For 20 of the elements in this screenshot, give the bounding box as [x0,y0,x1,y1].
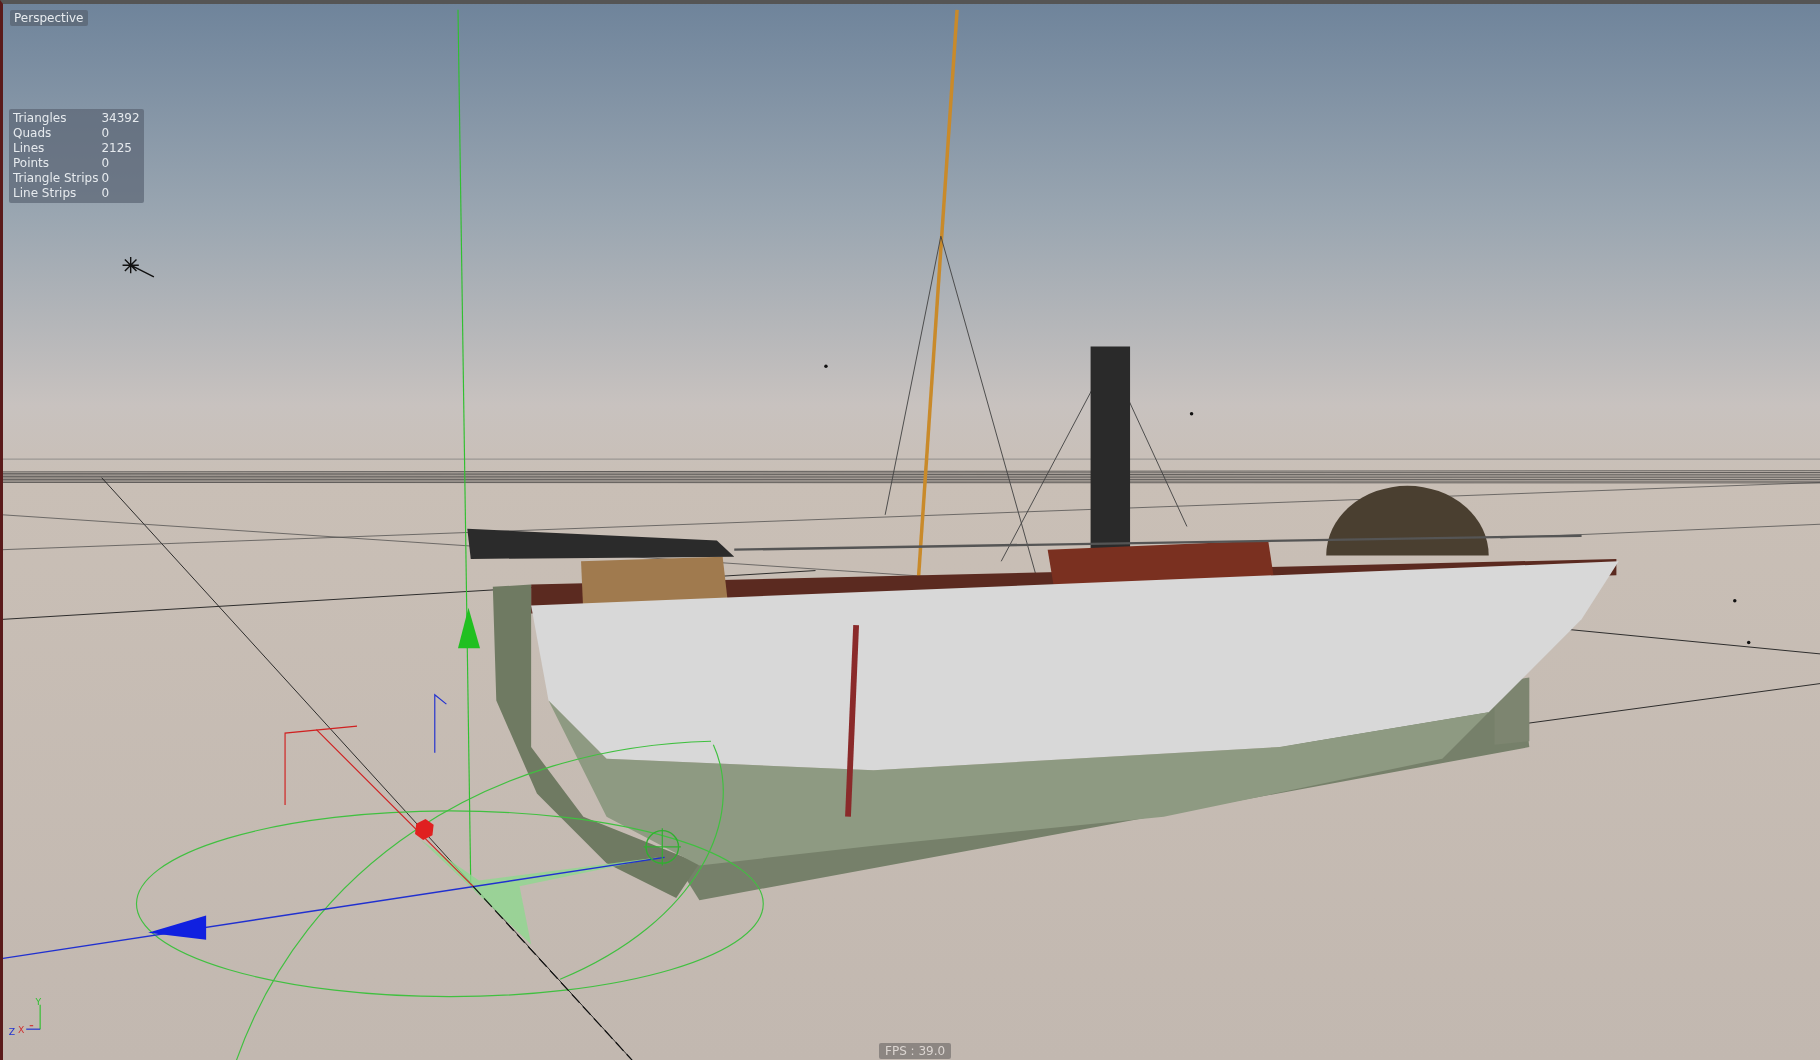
stat-value: 0 [101,126,111,141]
stat-value: 0 [101,156,111,171]
stat-value: 0 [101,186,111,201]
axis-label: Y [35,995,42,1007]
viewport-label: Perspective [10,10,88,26]
stat-name: Line Strips [13,186,78,201]
stat-name: Points [13,156,51,171]
axis-label: Z [8,1025,16,1037]
stat-name: Triangles [13,111,68,126]
stat-name: Lines [13,141,46,156]
viewport[interactable]: Perspective Triangles 34392 Quads 0 Lines 2125 Points 0 Triangle Strips 0 Line Strips 0 Y Z X FPS : 39.0 [0,0,1820,1060]
stat-name: Quads [13,126,53,141]
stat-value: 34392 [101,111,140,126]
axis-indicator-drawing [25,1004,41,1030]
axis-label: X [18,1023,25,1035]
stat-name: Triangle Strips [13,171,99,186]
light-icon[interactable] [121,256,155,278]
stat-value: 2125 [101,141,133,156]
stat-value: 0 [101,171,111,186]
fps-counter: FPS : 39.0 [879,1043,952,1059]
